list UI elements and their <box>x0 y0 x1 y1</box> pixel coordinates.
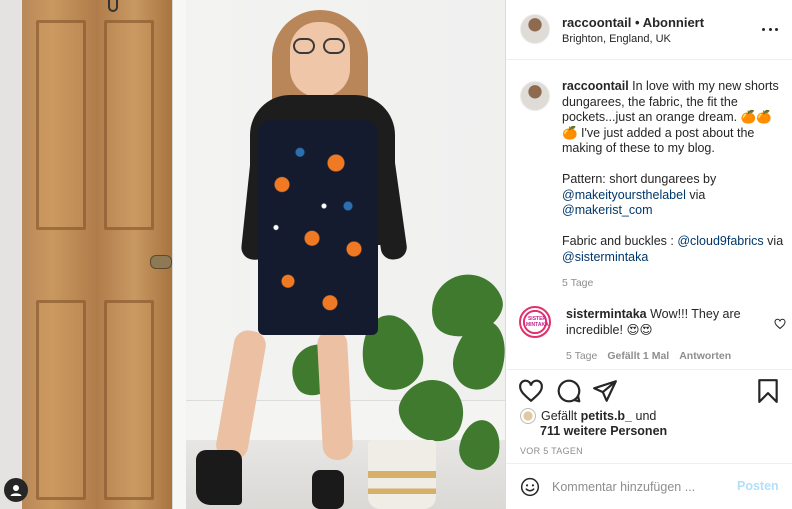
door-panel <box>36 300 86 500</box>
comment-text: sistermintaka Wow!!! They are incredible… <box>566 306 746 338</box>
door-frame <box>172 0 186 509</box>
caption-text: raccoontail In love with my new shorts d… <box>562 79 785 265</box>
person-leg <box>316 329 354 461</box>
author-line: raccoontail • Abonniert <box>562 15 704 30</box>
door-panel <box>104 300 154 500</box>
mention-link[interactable]: @makeityoursthelabel <box>562 188 686 202</box>
caption-text-part: via <box>763 234 784 248</box>
door-knob <box>150 255 172 269</box>
comment-input[interactable] <box>552 476 732 498</box>
comment-icon[interactable] <box>556 378 582 404</box>
plant-pot <box>368 440 436 509</box>
glasses <box>290 38 350 54</box>
caption-time[interactable]: 5 Tage <box>562 277 785 289</box>
comment-likes[interactable]: Gefällt 1 Mal <box>607 350 669 362</box>
author-username[interactable]: raccoontail <box>562 15 631 30</box>
door-panel <box>36 20 86 230</box>
liker-avatar[interactable] <box>520 408 536 424</box>
separator-dot: • <box>634 15 640 30</box>
caption: raccoontail In love with my new shorts d… <box>520 79 785 289</box>
follow-status-button[interactable]: Abonniert <box>643 15 704 30</box>
comments-section[interactable]: raccoontail In love with my new shorts d… <box>506 61 792 368</box>
add-comment-bar: Posten <box>506 463 792 509</box>
reply-button[interactable]: Antworten <box>679 350 731 362</box>
post-photo[interactable] <box>0 0 505 509</box>
caption-avatar[interactable] <box>520 81 550 111</box>
orange-print-dungarees <box>258 120 378 335</box>
wooden-door <box>22 0 172 509</box>
user-icon <box>10 485 22 496</box>
author-avatar[interactable] <box>520 14 550 44</box>
post-side-panel: raccoontail • Abonniert Brighton, Englan… <box>505 0 792 509</box>
emoji-icon[interactable] <box>520 477 540 497</box>
account-badge-icon[interactable] <box>4 478 28 502</box>
likes-others-link[interactable]: 711 weitere Personen <box>540 424 667 438</box>
wall-edge <box>0 0 22 509</box>
heart-icon[interactable] <box>518 378 544 404</box>
mention-link[interactable]: @cloud9fabrics <box>677 234 763 248</box>
likes-summary: Gefällt petits.b_ und <box>541 409 656 423</box>
comment-meta: 5 Tage Gefällt 1 Mal Antworten <box>566 350 785 362</box>
post-location[interactable]: Brighton, England, UK <box>562 33 671 45</box>
door-panel <box>104 20 154 230</box>
post-header: raccoontail • Abonniert Brighton, Englan… <box>506 0 792 60</box>
caption-text-part: via <box>685 187 706 202</box>
boot <box>196 450 242 505</box>
door-hook <box>108 0 118 12</box>
liker-username[interactable]: petits.b_ <box>581 409 632 423</box>
share-icon[interactable] <box>592 378 618 404</box>
instagram-post: raccoontail • Abonniert Brighton, Englan… <box>0 0 792 509</box>
comment-heart-icon[interactable] <box>774 318 786 330</box>
comment-item: SISTER MINTAKA sistermintaka Wow!!! They… <box>519 306 786 362</box>
post-comment-button[interactable]: Posten <box>737 479 779 493</box>
likes-prefix: Gefällt <box>541 409 581 423</box>
likes-line: Gefällt petits.b_ und <box>520 408 656 424</box>
post-date[interactable]: VOR 5 TAGEN <box>520 446 583 456</box>
commenter-username[interactable]: sistermintaka <box>566 307 647 321</box>
commenter-logo: SISTER MINTAKA <box>526 316 549 328</box>
mention-link[interactable]: @makerist_com <box>562 203 653 217</box>
more-icon[interactable] <box>762 21 778 37</box>
commenter-avatar[interactable]: SISTER MINTAKA <box>519 306 551 338</box>
caption-username[interactable]: raccoontail <box>562 79 629 93</box>
likes-suffix: und <box>632 409 657 423</box>
boot <box>312 470 344 509</box>
bookmark-icon[interactable] <box>755 378 781 404</box>
caption-text-part: Fabric and buckles : <box>562 234 674 248</box>
person-face <box>290 22 350 97</box>
mention-link[interactable]: @sistermintaka <box>562 250 648 264</box>
caption-text-part: In love with my new shorts dungarees, th… <box>562 79 779 186</box>
action-bar: Gefällt petits.b_ und 711 weitere Person… <box>506 369 792 463</box>
comment-time[interactable]: 5 Tage <box>566 350 597 362</box>
